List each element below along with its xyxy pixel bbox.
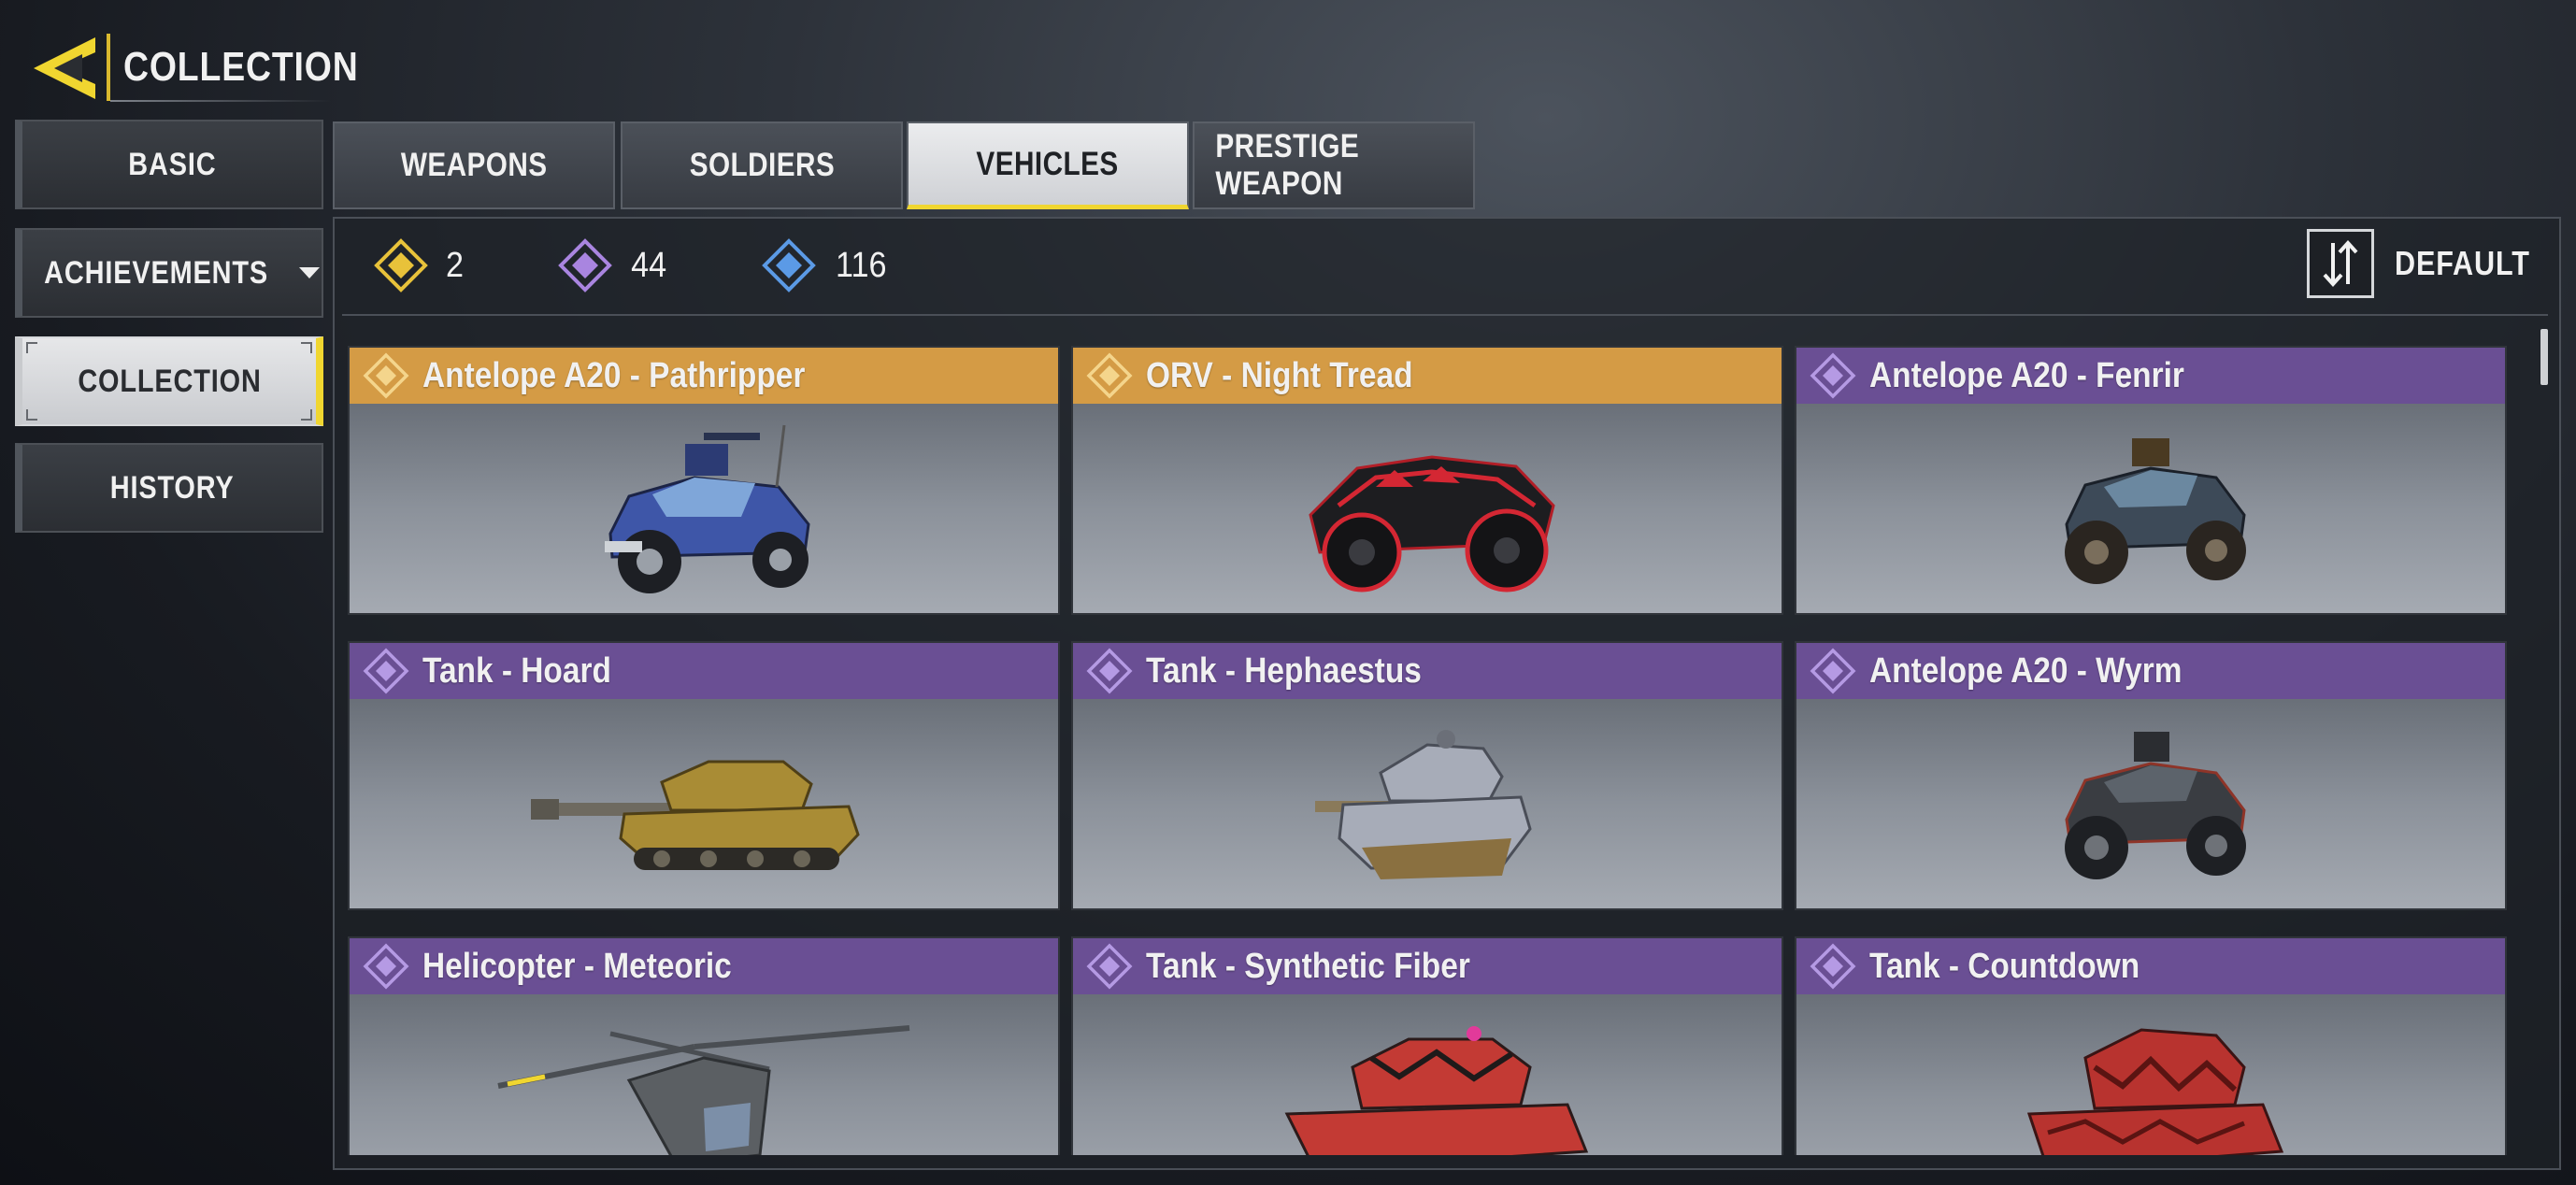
card-header: Tank - Hephaestus — [1073, 643, 1782, 699]
vehicle-grid: Antelope A20 - Pathripper ORV - Night Tr… — [348, 346, 2507, 1155]
card-header: Helicopter - Meteoric — [350, 938, 1058, 994]
nav-basic[interactable]: BASIC — [15, 120, 323, 209]
tank-icon — [1315, 730, 1532, 879]
scrollbar[interactable] — [2540, 329, 2548, 385]
card-header: ORV - Night Tread — [1073, 348, 1782, 404]
rare-diamond-icon — [762, 238, 817, 293]
vehicle-name: Antelope A20 - Pathripper — [422, 355, 806, 395]
vehicle-image — [1073, 996, 1782, 1155]
vehicle-image — [1796, 406, 2505, 615]
vehicle-card[interactable]: Tank - Countdown — [1795, 936, 2507, 1155]
rarity-diamond-icon — [1810, 648, 1856, 694]
vehicle-image — [1796, 996, 2505, 1155]
sort-button[interactable] — [2307, 229, 2374, 298]
vehicle-card[interactable]: Tank - Synthetic Fiber — [1071, 936, 1783, 1155]
vehicle-name: ORV - Night Tread — [1146, 355, 1413, 395]
nav-history[interactable]: HISTORY — [15, 443, 323, 533]
helicopter-icon — [497, 1025, 910, 1155]
epic-count: 44 — [631, 245, 667, 285]
legendary-count: 2 — [446, 245, 465, 285]
nav-basic-label: BASIC — [127, 146, 217, 182]
nav-collection[interactable]: COLLECTION — [15, 336, 323, 426]
stat-rare: 116 — [762, 238, 890, 293]
legendary-diamond-icon — [374, 238, 428, 293]
vehicle-image — [1073, 406, 1782, 615]
corner-decoration — [301, 409, 312, 421]
vehicle-name: Antelope A20 - Fenrir — [1869, 355, 2184, 395]
vehicle-card[interactable]: ORV - Night Tread — [1071, 346, 1783, 615]
vehicle-name: Tank - Hoard — [422, 650, 611, 691]
nav-achievements[interactable]: ACHIEVEMENTS — [15, 228, 323, 318]
epic-diamond-icon — [558, 238, 612, 293]
stat-epic: 44 — [558, 238, 668, 293]
header-divider — [107, 34, 110, 101]
sort-label: DEFAULT — [2395, 244, 2530, 282]
vehicle-name: Tank - Countdown — [1869, 946, 2140, 986]
nav-collection-label: COLLECTION — [77, 363, 262, 399]
tab-vehicles-label: VEHICLES — [976, 145, 1120, 182]
nav-history-label: HISTORY — [109, 469, 235, 506]
vehicle-image — [350, 701, 1058, 910]
tank-icon — [2026, 1028, 2284, 1155]
tab-weapons-label: WEAPONS — [400, 147, 548, 183]
tab-prestige-weapon[interactable]: PRESTIGE WEAPON — [1193, 121, 1475, 209]
card-header: Antelope A20 - Pathripper — [350, 348, 1058, 404]
nav-achievements-label: ACHIEVEMENTS — [44, 254, 268, 291]
page-title: COLLECTION — [123, 44, 359, 90]
tab-prestige-weapon-label: PRESTIGE WEAPON — [1215, 128, 1360, 202]
tab-weapons[interactable]: WEAPONS — [333, 121, 615, 209]
tank-icon — [1284, 1026, 1589, 1155]
tab-soldiers-label: SOLDIERS — [689, 147, 835, 183]
card-header: Antelope A20 - Wyrm — [1796, 643, 2505, 699]
vehicle-name: Antelope A20 - Wyrm — [1869, 650, 2182, 691]
corner-decoration — [26, 342, 37, 353]
corner-decoration — [301, 342, 312, 353]
tab-vehicles[interactable]: VEHICLES — [907, 121, 1189, 209]
orv-icon — [1309, 455, 1555, 592]
header-underline — [110, 100, 331, 102]
vehicle-card[interactable]: Helicopter - Meteoric — [348, 936, 1060, 1155]
chevron-down-icon — [299, 267, 321, 278]
vehicle-card[interactable]: Antelope A20 - Wyrm — [1795, 641, 2507, 910]
rarity-diamond-icon — [1086, 943, 1133, 990]
buggy-icon — [605, 424, 810, 593]
vehicle-name: Tank - Hephaestus — [1146, 650, 1422, 691]
divider — [342, 314, 2548, 316]
tab-soldiers[interactable]: SOLDIERS — [621, 121, 903, 209]
rarity-diamond-icon — [363, 648, 409, 694]
back-arrow-icon — [34, 37, 95, 99]
buggy-icon — [2065, 732, 2246, 879]
vehicle-image — [1073, 701, 1782, 910]
rarity-diamond-icon — [1810, 943, 1856, 990]
vehicle-card[interactable]: Antelope A20 - Fenrir — [1795, 346, 2507, 615]
vehicle-name: Tank - Synthetic Fiber — [1146, 946, 1470, 986]
card-header: Antelope A20 - Fenrir — [1796, 348, 2505, 404]
buggy-icon — [2065, 438, 2246, 584]
card-header: Tank - Synthetic Fiber — [1073, 938, 1782, 994]
vehicle-name: Helicopter - Meteoric — [422, 946, 732, 986]
card-header: Tank - Hoard — [350, 643, 1058, 699]
tank-icon — [531, 760, 860, 870]
back-button[interactable] — [26, 32, 103, 105]
vehicle-image — [1796, 701, 2505, 910]
rarity-diamond-icon — [1086, 648, 1133, 694]
rarity-diamond-icon — [363, 352, 409, 399]
vehicle-card[interactable]: Tank - Hephaestus — [1071, 641, 1783, 910]
vehicle-card[interactable]: Antelope A20 - Pathripper — [348, 346, 1060, 615]
rare-count: 116 — [836, 245, 887, 285]
rarity-stats: 2 44 116 — [374, 236, 983, 295]
vehicle-image — [350, 406, 1058, 615]
sort-arrows-icon — [2323, 240, 2358, 287]
rarity-diamond-icon — [1086, 352, 1133, 399]
rarity-diamond-icon — [1810, 352, 1856, 399]
rarity-diamond-icon — [363, 943, 409, 990]
vehicle-card[interactable]: Tank - Hoard — [348, 641, 1060, 910]
card-header: Tank - Countdown — [1796, 938, 2505, 994]
corner-decoration — [26, 409, 37, 421]
stat-legendary: 2 — [374, 238, 465, 293]
vehicle-image — [350, 996, 1058, 1155]
